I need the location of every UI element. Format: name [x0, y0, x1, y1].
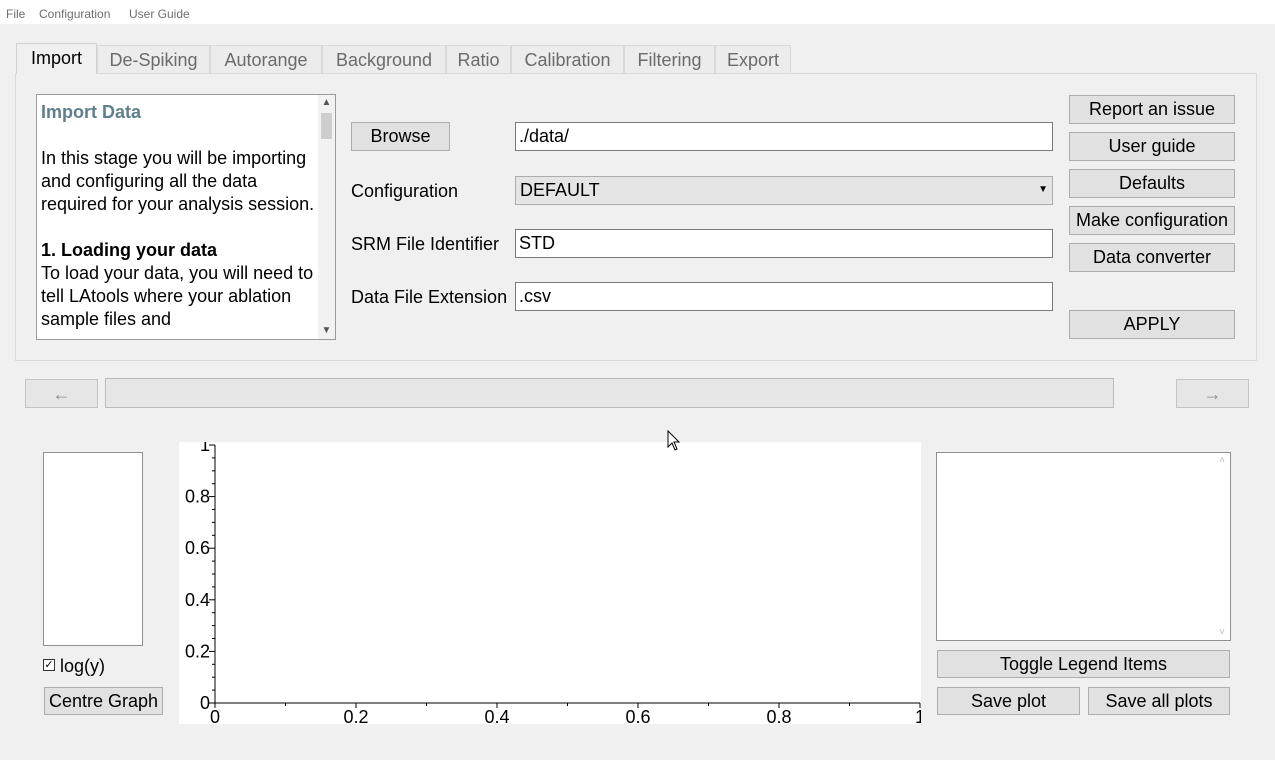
menu-bar: File Configuration User Guide	[0, 0, 1275, 24]
x-tick-label: 0.4	[484, 707, 509, 724]
legend-scrollbar[interactable]: ˄ ˅	[1214, 453, 1230, 640]
x-tick-label: 0	[210, 707, 220, 724]
x-tick-label: 0.8	[766, 707, 791, 724]
element-list[interactable]	[43, 452, 143, 646]
menu-user-guide[interactable]: User Guide	[129, 7, 190, 21]
centre-graph-button[interactable]: Centre Graph	[44, 687, 163, 715]
browse-button[interactable]: Browse	[351, 122, 450, 151]
y-tick-label: 0.4	[185, 590, 210, 610]
data-path-input[interactable]: ./data/	[515, 122, 1053, 151]
logy-checkbox[interactable]: ✓	[43, 659, 55, 671]
configuration-label: Configuration	[351, 181, 459, 201]
x-tick-label: 1	[915, 707, 921, 724]
y-tick-label: 0	[200, 693, 210, 713]
tab-filtering[interactable]: Filtering	[624, 45, 715, 73]
help-paragraph: In this stage you will be importing and …	[41, 148, 315, 214]
tab-de-spiking[interactable]: De-Spiking	[97, 45, 210, 73]
tab-autorange[interactable]: Autorange	[210, 45, 322, 73]
next-step-button[interactable]: →	[1176, 379, 1249, 408]
tab-background[interactable]: Background	[322, 45, 446, 73]
tab-import[interactable]: Import	[16, 43, 97, 74]
apply-button[interactable]: APPLY	[1069, 310, 1235, 339]
dropdown-arrow-icon: ▼	[1038, 184, 1048, 195]
plot-area[interactable]: 0 0.2 0.4 0.6 0.8 1 0 0.2 0.4 0.6 0.8 1	[179, 435, 925, 727]
y-tick-label: 1	[200, 442, 210, 455]
user-guide-button[interactable]: User guide	[1069, 132, 1235, 161]
file-extension-label: Data File Extension	[351, 287, 508, 307]
make-configuration-button[interactable]: Make configuration	[1069, 206, 1235, 235]
menu-configuration[interactable]: Configuration	[39, 7, 110, 21]
file-extension-input[interactable]: .csv	[515, 282, 1053, 311]
help-heading: 1. Loading your data	[41, 240, 218, 260]
tab-export[interactable]: Export	[715, 45, 791, 73]
save-all-plots-button[interactable]: Save all plots	[1088, 687, 1230, 715]
configuration-select[interactable]: DEFAULT ▼	[515, 176, 1053, 205]
mouse-cursor-icon	[667, 430, 681, 451]
scroll-down-icon[interactable]: ▼	[318, 323, 335, 339]
srm-identifier-input[interactable]: STD	[515, 229, 1053, 258]
help-content: Import Data In this stage you will be im…	[41, 101, 319, 331]
chart-svg: 0 0.2 0.4 0.6 0.8 1 0 0.2 0.4 0.6 0.8 1	[185, 435, 925, 727]
scroll-up-icon[interactable]: ˄	[1214, 455, 1230, 466]
logy-label: log(y)	[60, 656, 106, 676]
help-scrollbar[interactable]: ▲ ▼	[318, 95, 335, 339]
report-issue-button[interactable]: Report an issue	[1069, 95, 1235, 124]
srm-identifier-label: SRM File Identifier	[351, 234, 500, 254]
x-tick-label: 0.6	[625, 707, 650, 724]
progress-bar	[105, 378, 1114, 408]
previous-step-button[interactable]: ←	[25, 379, 98, 408]
tab-calibration[interactable]: Calibration	[511, 45, 624, 73]
x-tick-label: 0.2	[343, 707, 368, 724]
tab-ratio[interactable]: Ratio	[446, 45, 511, 73]
help-paragraph: To load your data, you will need to tell…	[41, 263, 314, 329]
help-text-box[interactable]: Import Data In this stage you will be im…	[36, 94, 336, 340]
legend-list[interactable]: ˄ ˅	[936, 452, 1231, 641]
help-title: Import Data	[41, 102, 142, 122]
scroll-thumb[interactable]	[321, 113, 332, 139]
configuration-value: DEFAULT	[520, 180, 600, 200]
scroll-up-icon[interactable]: ▲	[318, 95, 335, 111]
toggle-legend-button[interactable]: Toggle Legend Items	[937, 650, 1230, 678]
defaults-button[interactable]: Defaults	[1069, 169, 1235, 198]
data-converter-button[interactable]: Data converter	[1069, 243, 1235, 272]
menu-file[interactable]: File	[6, 7, 25, 21]
scroll-down-icon[interactable]: ˅	[1214, 627, 1230, 638]
y-tick-label: 0.8	[185, 487, 210, 507]
save-plot-button[interactable]: Save plot	[937, 687, 1080, 715]
y-tick-label: 0.2	[185, 641, 210, 661]
y-tick-label: 0.6	[185, 538, 210, 558]
